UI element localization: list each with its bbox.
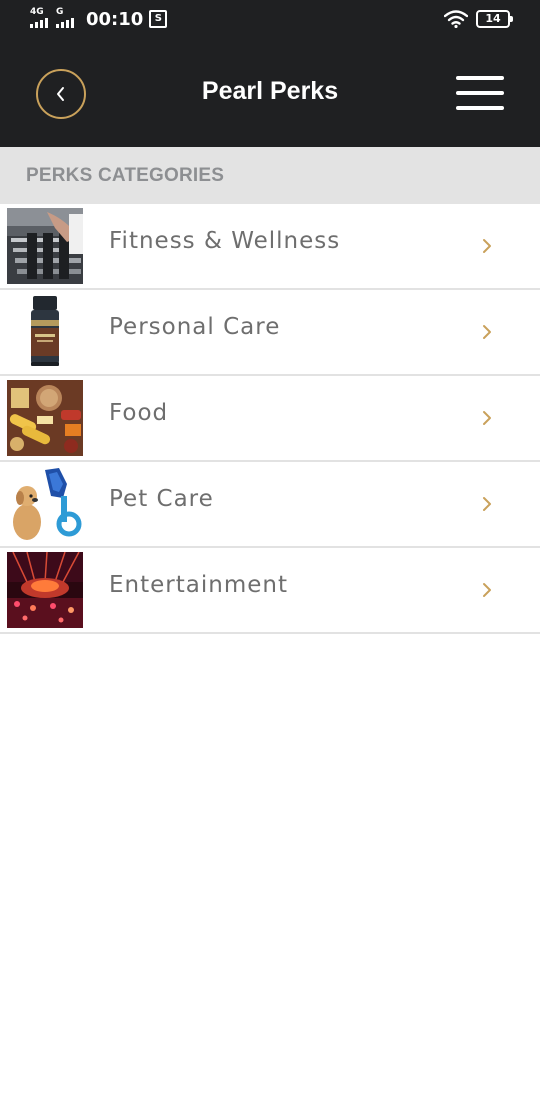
chevron-right-icon — [483, 325, 491, 339]
signal-icon: 4G — [30, 8, 50, 30]
fitness-thumbnail — [7, 208, 83, 284]
food-thumbnail — [7, 380, 83, 456]
battery-icon: 14 — [476, 10, 513, 28]
status-time: 00:10 — [86, 8, 144, 30]
hamburger-menu-icon — [456, 76, 504, 80]
personal-care-thumbnail — [7, 294, 83, 370]
wifi-icon — [444, 10, 468, 28]
signal-icon-2: G — [56, 8, 76, 30]
pet-care-thumbnail — [7, 466, 83, 542]
section-header: PERKS CATEGORIES — [0, 147, 540, 204]
entertainment-thumbnail — [7, 552, 83, 628]
category-item-entertainment[interactable]: Entertainment — [0, 548, 540, 634]
chevron-right-icon — [483, 239, 491, 253]
category-item-food[interactable]: Food — [0, 376, 540, 462]
category-label: Entertainment — [109, 572, 288, 598]
category-item-fitness[interactable]: Fitness & Wellness — [0, 204, 540, 290]
status-left: 4G G 00:10 S — [30, 8, 168, 30]
category-item-pet-care[interactable]: Pet Care — [0, 462, 540, 548]
network-type-label-2: G — [56, 7, 64, 17]
category-label: Fitness & Wellness — [109, 228, 341, 254]
status-bar: 4G G 00:10 S 14 — [0, 0, 540, 40]
category-item-personal-care[interactable]: Personal Care — [0, 290, 540, 376]
section-title: PERKS CATEGORIES — [26, 165, 225, 186]
notification-app-icon: S — [149, 10, 168, 28]
app-header: Pearl Perks — [0, 40, 540, 147]
chevron-right-icon — [483, 583, 491, 597]
status-right: 14 — [444, 10, 513, 28]
menu-button[interactable] — [456, 76, 504, 112]
category-list: Fitness & Wellness Personal Care Food Pe… — [0, 204, 540, 634]
category-label: Personal Care — [109, 314, 281, 340]
network-type-label: 4G — [30, 7, 44, 17]
chevron-right-icon — [483, 411, 491, 425]
category-label: Pet Care — [109, 486, 214, 512]
category-label: Food — [109, 400, 169, 426]
chevron-right-icon — [483, 497, 491, 511]
